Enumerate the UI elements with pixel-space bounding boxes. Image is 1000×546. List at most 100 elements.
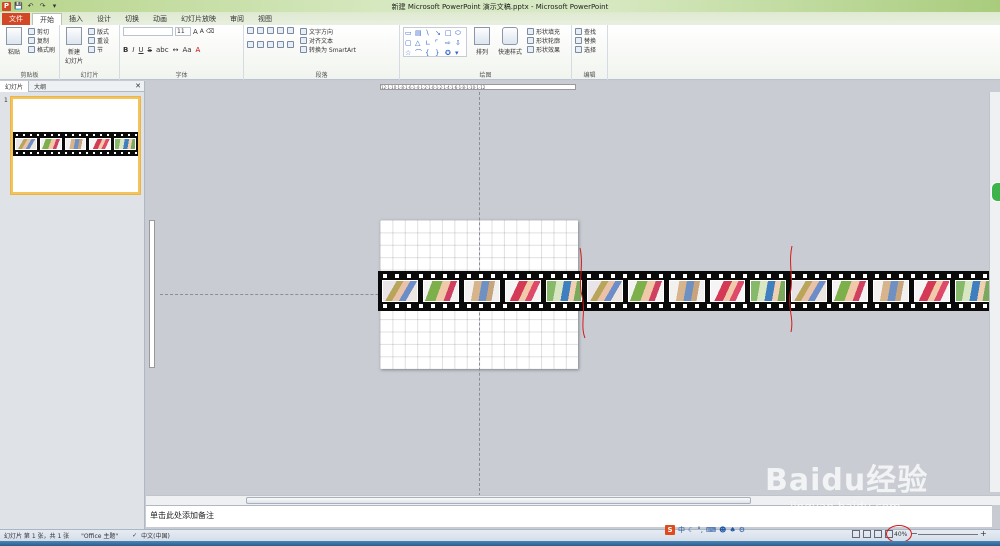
zoom-slider[interactable] [918,534,978,535]
shirt-icon[interactable]: ♠ [729,526,735,534]
cut-button[interactable]: 剪切 [28,27,55,36]
round-rect-shape-icon[interactable]: ▢ [405,39,414,48]
line-shape-icon[interactable]: ∖ [425,29,434,38]
tab-insert[interactable]: 插入 [62,13,90,25]
grow-font-icon[interactable]: A [193,28,198,36]
numbering-icon[interactable] [257,27,264,34]
bullets-icon[interactable] [247,27,254,34]
textbox-shape-icon[interactable]: ▤ [415,29,424,38]
arrow-shape-icon[interactable]: ↘ [435,29,444,38]
select-button[interactable]: 选择 [575,45,604,54]
reading-view-icon[interactable] [874,530,882,538]
tab-animations[interactable]: 动画 [146,13,174,25]
tab-view[interactable]: 视图 [251,13,279,25]
layout-button[interactable]: 版式 [88,27,109,36]
normal-view-icon[interactable] [852,530,860,538]
tab-slideshow[interactable]: 幻灯片放映 [174,13,223,25]
strikethrough-button[interactable]: S [148,46,152,54]
shape-effects-button[interactable]: 形状效果 [527,45,560,54]
tab-file[interactable]: 文件 [2,13,30,25]
decrease-indent-icon[interactable] [267,27,274,34]
format-painter-button[interactable]: 格式刷 [28,45,55,54]
tab-review[interactable]: 审阅 [223,13,251,25]
underline-button[interactable]: U [138,46,143,54]
curve-shape-icon[interactable]: ⌒ [415,49,424,58]
line-spacing-icon[interactable] [287,27,294,34]
text-direction-button[interactable]: 文字方向 [300,27,356,36]
columns-icon[interactable] [287,41,294,48]
shadow-button[interactable]: abc [156,46,169,54]
elbow-shape-icon[interactable]: ∟ [425,39,434,48]
replace-button[interactable]: 替换 [575,36,604,45]
brace-shape-icon[interactable]: { [425,49,434,58]
customize-qat-icon[interactable]: ▾ [50,2,59,11]
moon-icon[interactable]: ☾ [688,526,694,534]
font-name-combo[interactable] [123,27,173,36]
font-color-icon[interactable]: A [196,46,201,54]
bold-button[interactable]: B [123,46,128,54]
clear-format-icon[interactable]: ⌫ [206,28,214,35]
font-size-combo[interactable]: 11 [175,27,191,36]
more-shapes-icon[interactable]: ▾ [455,49,464,58]
change-case-icon[interactable]: Aa [182,46,191,54]
rectangle-shape-icon[interactable]: ▭ [405,29,414,38]
theme-status[interactable]: "Office 主题" [81,531,118,540]
new-slide-button[interactable]: 新建 幻灯片 [63,27,85,65]
increase-indent-icon[interactable] [277,27,284,34]
tab-outline-pane[interactable]: 大纲 [29,81,51,92]
sogou-logo-icon[interactable]: S [665,525,675,535]
zoom-out-icon[interactable]: − [911,529,918,538]
keyboard-icon[interactable]: ⌨ [706,526,716,534]
tab-transitions[interactable]: 切换 [118,13,146,25]
convert-smartart-button[interactable]: 转换为 SmartArt [300,45,356,54]
arrange-button[interactable]: 排列 [471,27,493,57]
find-button[interactable]: 查找 [575,27,604,36]
reset-button[interactable]: 重设 [88,36,109,45]
char-spacing-icon[interactable]: ↔ [173,46,179,54]
tab-slides-pane[interactable]: 幻灯片 [0,80,30,92]
brace2-shape-icon[interactable]: } [435,49,444,58]
user-icon[interactable]: ☻ [719,526,726,534]
align-left-icon[interactable] [247,41,254,48]
filmstrip-image[interactable] [378,271,995,311]
align-text-button[interactable]: 对齐文本 [300,36,356,45]
italic-button[interactable]: I [132,46,134,54]
connector-shape-icon[interactable]: ⌜ [435,39,444,48]
align-right-icon[interactable] [267,41,274,48]
copy-button[interactable]: 复制 [28,36,55,45]
tab-home[interactable]: 开始 [32,13,62,25]
slide-sorter-view-icon[interactable] [863,530,871,538]
shapes-gallery[interactable]: ▭ ▤ ∖ ↘ □ ⬭ ▢ △ ∟ ⌜ ⇨ ⇩ ☆ ⌒{} ✪ ▾ [403,27,467,57]
green-side-widget[interactable] [991,182,1000,202]
justify-icon[interactable] [277,41,284,48]
save-icon[interactable]: 💾 [14,2,23,11]
down-arrow-shape-icon[interactable]: ⇩ [455,39,464,48]
punctuation-icon[interactable]: °, [697,526,703,534]
zoom-in-icon[interactable]: + [980,529,987,538]
shape-outline-button[interactable]: 形状轮廓 [527,36,560,45]
shrink-font-icon[interactable]: A [200,28,204,35]
vertical-scrollbar[interactable] [989,92,1000,492]
shape-fill-button[interactable]: 形状填充 [527,27,560,36]
align-center-icon[interactable] [257,41,264,48]
star-shape-icon[interactable]: ☆ [405,49,414,58]
oval-shape-icon[interactable]: ⬭ [455,29,464,38]
spellcheck-icon[interactable]: ✓ [132,532,137,539]
rect2-shape-icon[interactable]: □ [445,29,454,38]
ime-toolbar[interactable]: S 中 ☾ °, ⌨ ☻ ♠ ⚙ [665,525,745,535]
section-button[interactable]: 节 [88,45,109,54]
wrench-icon[interactable]: ⚙ [739,526,745,534]
language-status[interactable]: 中文(中国) [141,531,170,540]
paste-button[interactable]: 粘贴 [3,27,25,56]
ime-mode[interactable]: 中 [678,525,685,535]
star2-shape-icon[interactable]: ✪ [445,49,454,58]
redo-icon[interactable]: ↷ [38,2,47,11]
powerpoint-app-icon[interactable]: P [2,1,11,11]
tab-design[interactable]: 设计 [90,13,118,25]
triangle-shape-icon[interactable]: △ [415,39,424,48]
undo-icon[interactable]: ↶ [26,2,35,11]
horizontal-scroll-thumb[interactable] [246,497,751,504]
slide-thumbnail[interactable] [11,97,140,194]
quick-styles-button[interactable]: 快速样式 [497,27,523,57]
right-arrow-shape-icon[interactable]: ⇨ [445,39,454,48]
